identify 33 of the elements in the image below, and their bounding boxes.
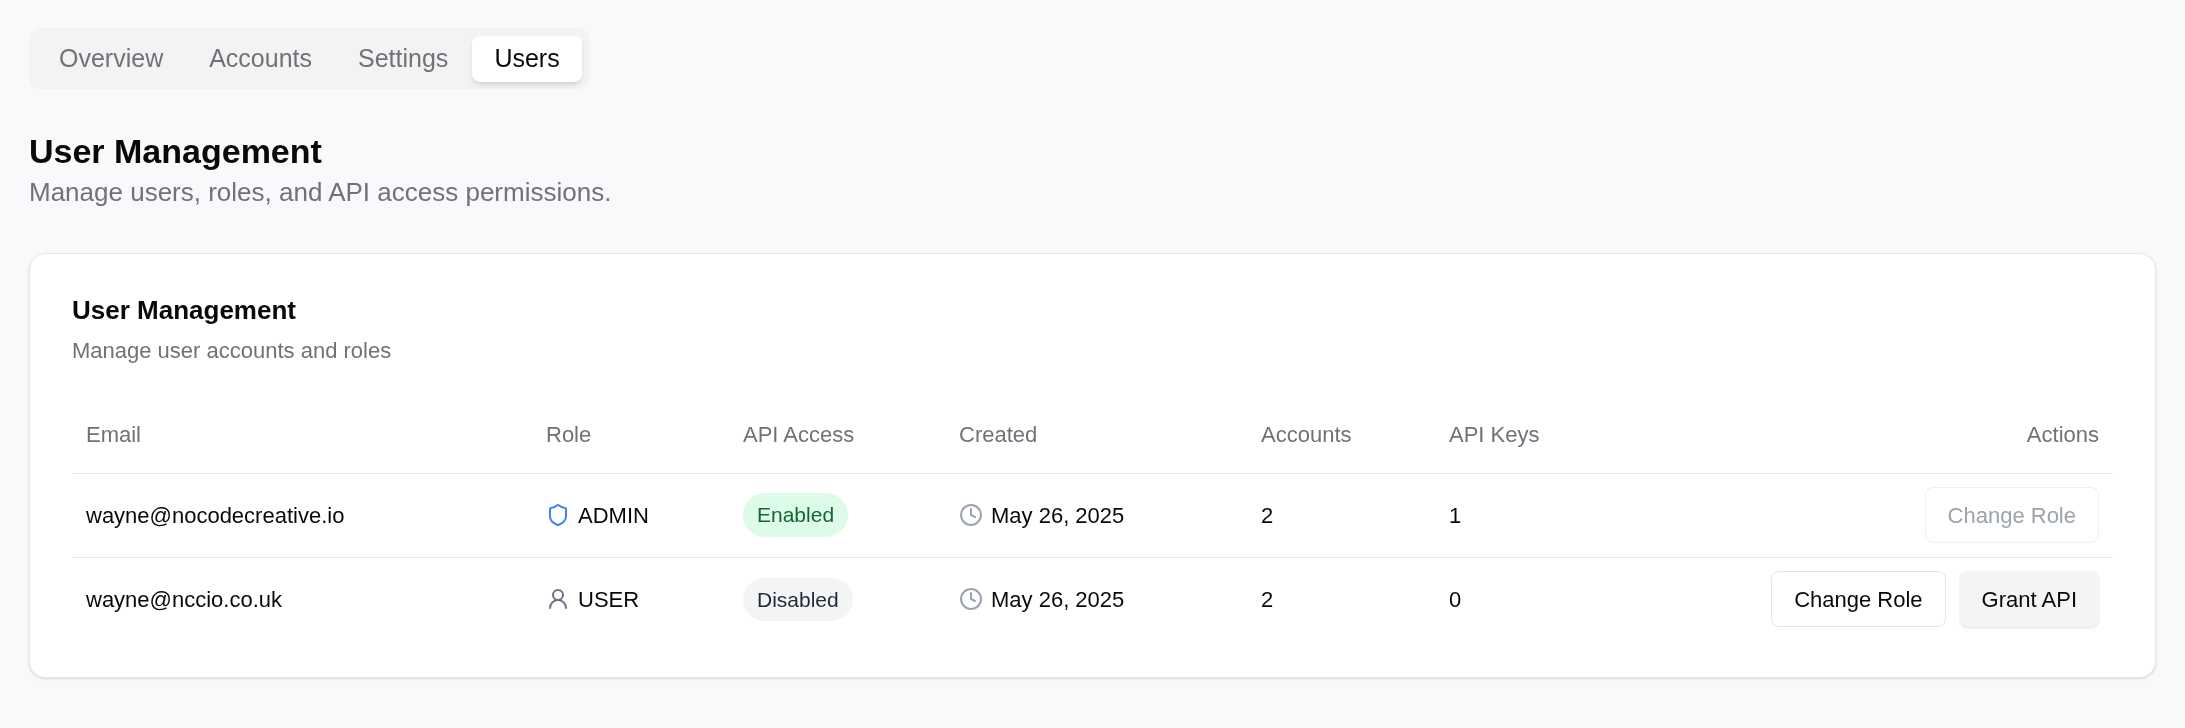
status-badge: Enabled bbox=[743, 493, 849, 537]
table-cell: wayne@nccio.co.uk bbox=[72, 557, 532, 641]
tab[interactable]: Accounts bbox=[187, 35, 335, 82]
status-badge: Disabled bbox=[743, 577, 853, 621]
column-header: API Keys bbox=[1435, 397, 1615, 473]
column-header: Accounts bbox=[1247, 397, 1435, 473]
clock-icon bbox=[959, 587, 983, 612]
created-date: May 26, 2025 bbox=[991, 501, 1125, 530]
card-title: User Management bbox=[72, 294, 297, 326]
table-cell: wayne@nocodecreative.io bbox=[72, 473, 532, 557]
role-label: USER bbox=[578, 585, 640, 614]
column-header: Role bbox=[532, 397, 729, 473]
change-role-button[interactable]: Change Role bbox=[1771, 571, 1946, 628]
tab[interactable]: Users bbox=[472, 35, 582, 82]
grant-api-button[interactable]: Grant API bbox=[1959, 571, 2099, 628]
shield-icon bbox=[546, 503, 570, 527]
column-header: Created bbox=[945, 397, 1247, 473]
clock-icon bbox=[959, 503, 983, 527]
user-icon bbox=[546, 587, 570, 612]
page-title: User Management bbox=[29, 131, 323, 171]
created-date: May 26, 2025 bbox=[991, 585, 1125, 614]
table-cell: 2 bbox=[1247, 557, 1435, 641]
column-header: Actions bbox=[1615, 397, 2113, 473]
tab[interactable]: Overview bbox=[37, 35, 186, 82]
column-header: API Access bbox=[729, 397, 945, 473]
card-subtitle: Manage user accounts and roles bbox=[72, 337, 393, 365]
role-label: ADMIN bbox=[578, 501, 649, 530]
page-subtitle: Manage users, roles, and API access permissions. bbox=[29, 176, 613, 209]
table-cell: 0 bbox=[1435, 557, 1615, 641]
tab[interactable]: Settings bbox=[336, 35, 471, 82]
table-cell: 2 bbox=[1247, 473, 1435, 557]
column-header: Email bbox=[72, 397, 532, 473]
table-cell: 1 bbox=[1435, 473, 1615, 557]
